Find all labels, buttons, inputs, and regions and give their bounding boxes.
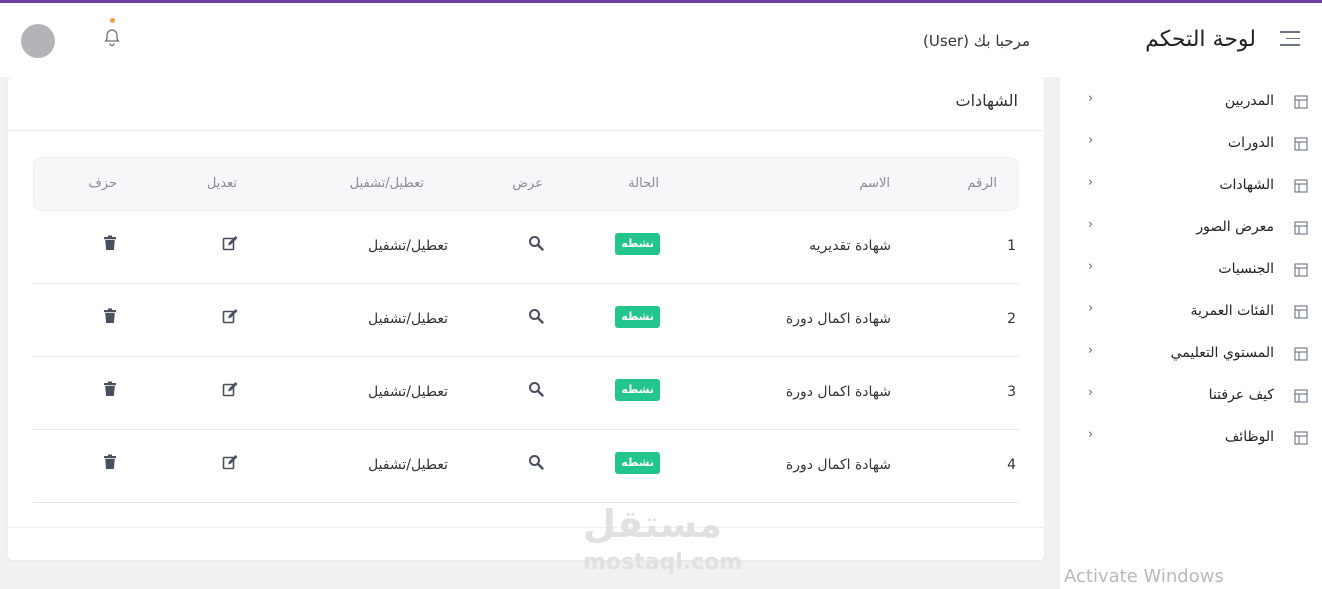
bell-icon-shape bbox=[104, 29, 120, 47]
header-name: الاسم bbox=[859, 176, 890, 191]
sidebar-item-label: الفئات العمرية bbox=[1190, 303, 1275, 319]
cell-name: شهادة تقديريه bbox=[809, 238, 891, 254]
chevron-left-icon: ‹ bbox=[1088, 385, 1094, 400]
cell-number: 1 bbox=[1007, 238, 1016, 254]
chevron-left-icon: ‹ bbox=[1088, 133, 1094, 148]
table-icon bbox=[1294, 389, 1308, 403]
table-icon bbox=[1294, 305, 1308, 319]
toggle-link[interactable]: تعطيل/تشفيل bbox=[368, 457, 448, 473]
table-row: 3 شهادة اكمال دورة نشطه تعطيل/تشفيل bbox=[33, 357, 1018, 430]
sidebar-item-label: الوظائف bbox=[1224, 429, 1274, 445]
sidebar-item-3[interactable]: معرض الصور ‹ bbox=[1060, 207, 1322, 243]
edit-icon[interactable] bbox=[222, 381, 238, 397]
edit-icon[interactable] bbox=[222, 454, 238, 470]
chevron-left-icon: ‹ bbox=[1088, 217, 1094, 232]
search-icon[interactable] bbox=[528, 454, 544, 470]
card-title: الشهادات bbox=[955, 91, 1018, 110]
certificates-card: الشهادات الرقم الاسم الحالة عرض تعطيل/تش… bbox=[8, 77, 1044, 560]
cell-number: 4 bbox=[1007, 457, 1016, 473]
sidebar-item-8[interactable]: الوظائف ‹ bbox=[1060, 417, 1322, 453]
sidebar-item-2[interactable]: الشهادات ‹ bbox=[1060, 165, 1322, 201]
status-badge: نشطه bbox=[615, 452, 660, 474]
sidebar-item-5[interactable]: الفئات العمرية ‹ bbox=[1060, 291, 1322, 327]
table-icon bbox=[1294, 95, 1308, 109]
cell-number: 2 bbox=[1007, 311, 1016, 327]
app-title: لوحة التحكم bbox=[1145, 27, 1256, 52]
edit-icon[interactable] bbox=[222, 308, 238, 324]
chevron-left-icon: ‹ bbox=[1088, 91, 1094, 106]
header-view: عرض bbox=[512, 176, 543, 191]
sidebar-item-7[interactable]: كيف عرفتنا ‹ bbox=[1060, 375, 1322, 411]
sidebar-item-1[interactable]: الدورات ‹ bbox=[1060, 123, 1322, 159]
search-icon[interactable] bbox=[528, 235, 544, 251]
cell-name: شهادة اكمال دورة bbox=[785, 311, 891, 327]
status-badge: نشطه bbox=[615, 306, 660, 328]
toggle-link[interactable]: تعطيل/تشفيل bbox=[368, 311, 448, 327]
table-row: 1 شهادة تقديريه نشطه تعطيل/تشفيل bbox=[33, 211, 1018, 284]
header-status: الحالة bbox=[628, 176, 659, 191]
bell-icon[interactable] bbox=[102, 18, 122, 53]
table-icon bbox=[1294, 263, 1308, 277]
header-toggle: تعطيل/تشفيل bbox=[349, 176, 424, 191]
search-icon[interactable] bbox=[528, 308, 544, 324]
table-icon bbox=[1294, 347, 1308, 361]
mostaql-logo-watermark: مستقل bbox=[583, 502, 722, 546]
chevron-left-icon: ‹ bbox=[1088, 259, 1094, 274]
sidebar-item-6[interactable]: المستوي التعليمي ‹ bbox=[1060, 333, 1322, 369]
status-badge: نشطه bbox=[615, 379, 660, 401]
cell-name: شهادة اكمال دورة bbox=[785, 384, 891, 400]
sidebar-item-4[interactable]: الجنسيات ‹ bbox=[1060, 249, 1322, 285]
sidebar-item-label: معرض الصور bbox=[1196, 219, 1274, 235]
sidebar-item-label: المدربين bbox=[1224, 93, 1274, 109]
table-icon bbox=[1294, 137, 1308, 151]
user-avatar[interactable] bbox=[21, 24, 55, 58]
table-icon bbox=[1294, 179, 1308, 193]
mostaql-site-watermark: mostaql.com bbox=[583, 550, 743, 575]
sidebar-item-0[interactable]: المدربين ‹ bbox=[1060, 81, 1322, 117]
card-divider bbox=[8, 130, 1044, 131]
table-row: 4 شهادة اكمال دورة نشطه تعطيل/تشفيل bbox=[33, 430, 1018, 503]
toggle-link[interactable]: تعطيل/تشفيل bbox=[368, 384, 448, 400]
status-badge: نشطه bbox=[615, 233, 660, 255]
header-number: الرقم bbox=[967, 176, 997, 191]
trash-icon[interactable] bbox=[102, 454, 118, 470]
trash-icon[interactable] bbox=[102, 381, 118, 397]
cell-name: شهادة اكمال دورة bbox=[785, 457, 891, 473]
search-icon[interactable] bbox=[528, 381, 544, 397]
top-header: لوحة التحكم مرحبا بك (User) bbox=[0, 3, 1322, 77]
header-edit: تعديل bbox=[206, 176, 237, 191]
sidebar-item-label: كيف عرفتنا bbox=[1208, 387, 1274, 403]
hamburger-icon[interactable] bbox=[1280, 31, 1300, 47]
header-delete: حزف bbox=[88, 176, 117, 191]
chevron-left-icon: ‹ bbox=[1088, 175, 1094, 190]
cell-number: 3 bbox=[1007, 384, 1016, 400]
welcome-text: مرحبا بك (User) bbox=[923, 32, 1030, 50]
sidebar-item-label: المستوي التعليمي bbox=[1170, 345, 1274, 361]
card-body: الشهادات الرقم الاسم الحالة عرض تعطيل/تش… bbox=[8, 77, 1044, 528]
chevron-left-icon: ‹ bbox=[1088, 427, 1094, 442]
chevron-left-icon: ‹ bbox=[1088, 301, 1094, 316]
sidebar-item-label: الشهادات bbox=[1219, 177, 1274, 193]
table-icon bbox=[1294, 431, 1308, 445]
sidebar-item-label: الجنسيات bbox=[1218, 261, 1274, 277]
trash-icon[interactable] bbox=[102, 235, 118, 251]
chevron-left-icon: ‹ bbox=[1088, 343, 1094, 358]
notification-dot bbox=[110, 18, 115, 23]
trash-icon[interactable] bbox=[102, 308, 118, 324]
table-icon bbox=[1294, 221, 1308, 235]
sidebar: المدربين ‹ الدورات ‹ الشهادات ‹ معرض الصور ‹ الج… bbox=[1060, 77, 1322, 589]
activate-windows-watermark: Activate Windows bbox=[1064, 566, 1224, 587]
toggle-link[interactable]: تعطيل/تشفيل bbox=[368, 238, 448, 254]
table-row: 2 شهادة اكمال دورة نشطه تعطيل/تشفيل bbox=[33, 284, 1018, 357]
table-header: الرقم الاسم الحالة عرض تعطيل/تشفيل تعديل… bbox=[33, 157, 1018, 211]
sidebar-item-label: الدورات bbox=[1227, 135, 1274, 151]
edit-icon[interactable] bbox=[222, 235, 238, 251]
